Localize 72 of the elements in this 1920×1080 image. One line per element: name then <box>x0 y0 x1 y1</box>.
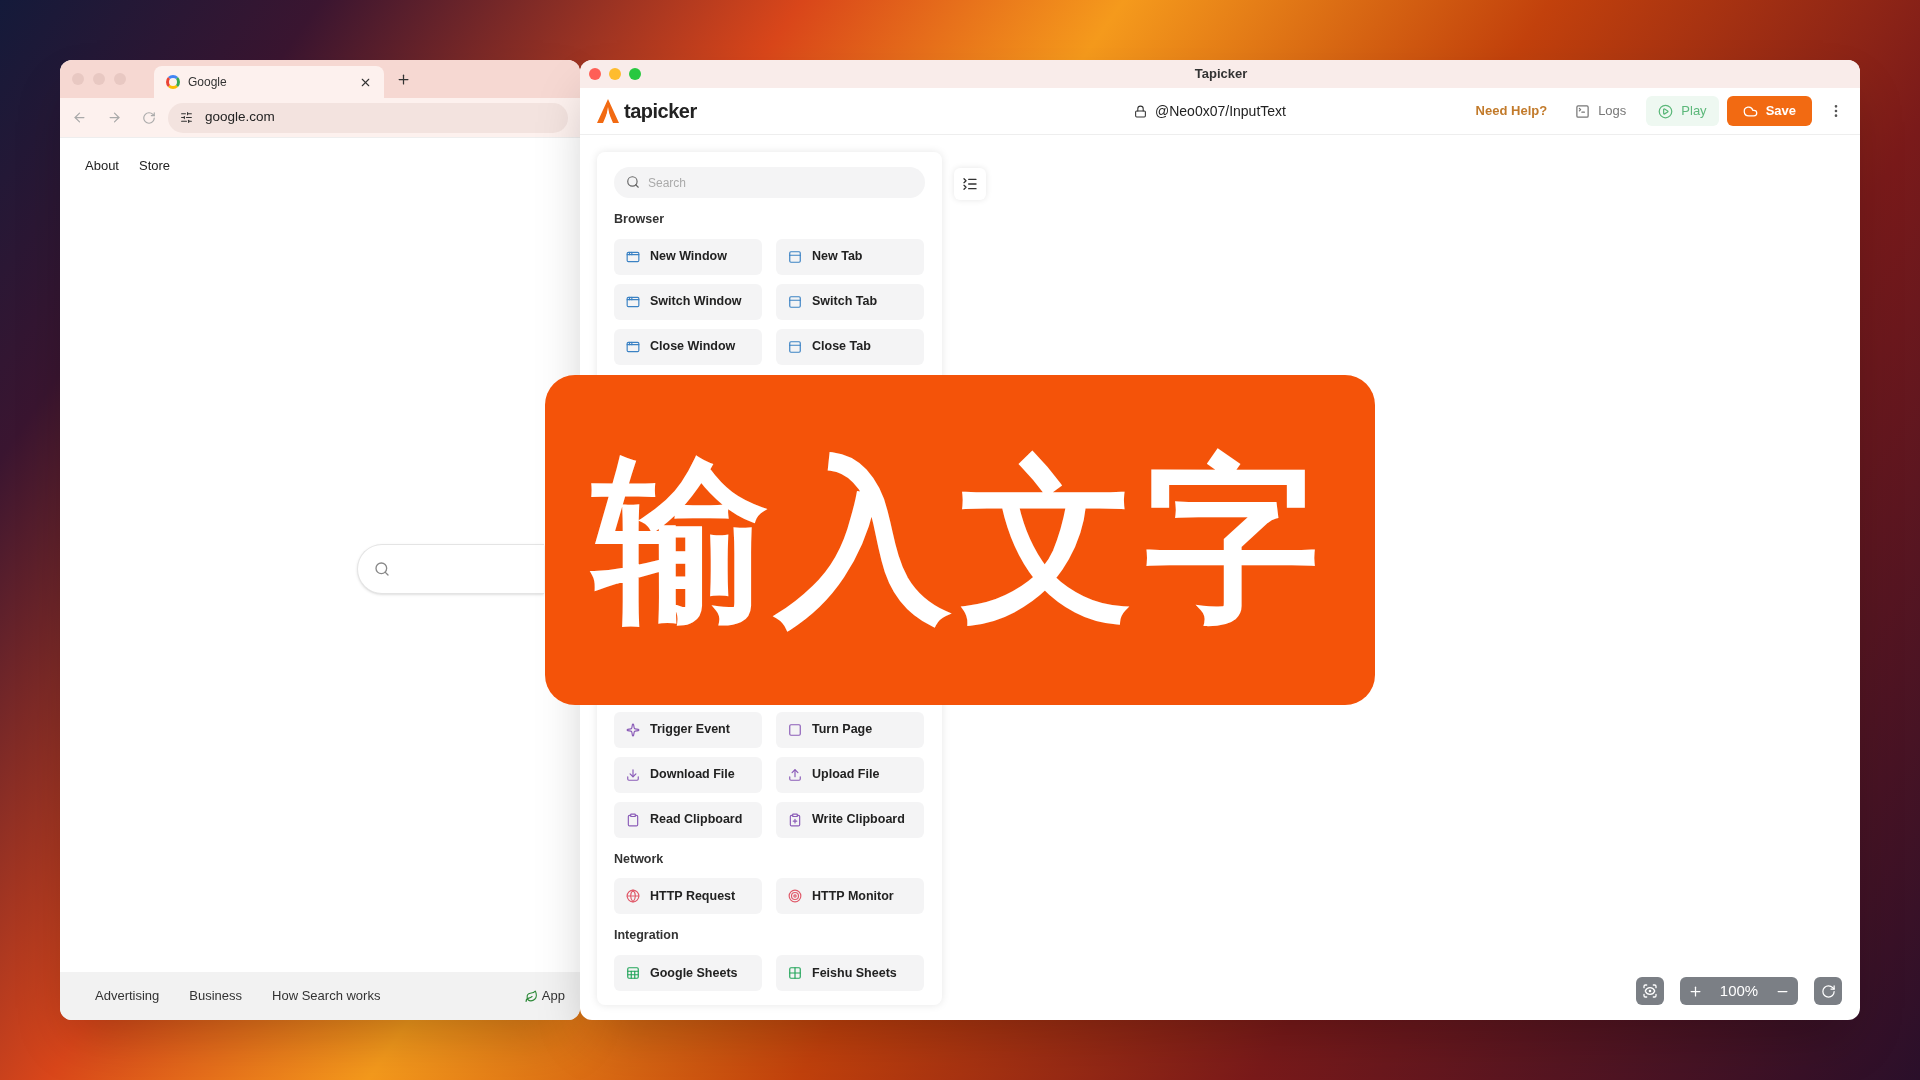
tab-icon <box>788 339 802 354</box>
lock-icon <box>1134 104 1147 118</box>
window-icon <box>626 339 640 354</box>
action-item[interactable]: Upload File <box>776 756 924 793</box>
search-field[interactable]: Search <box>614 167 925 198</box>
action-item[interactable]: Google Sheets <box>614 955 762 991</box>
action-item[interactable]: Switch Window <box>614 283 762 320</box>
fit-view-button[interactable] <box>1636 977 1664 1005</box>
logo-text: tapicker <box>624 99 697 124</box>
collapse-icon <box>962 176 978 192</box>
window-icon <box>626 294 640 309</box>
action-item[interactable]: Close Tab <box>776 328 924 365</box>
back-icon[interactable] <box>72 110 87 125</box>
zoom-in-icon[interactable] <box>1688 983 1703 999</box>
action-item[interactable]: Download File <box>614 756 762 793</box>
page-icon <box>788 722 802 737</box>
footer-link[interactable]: Advertising <box>95 986 160 1006</box>
reset-button[interactable] <box>1814 977 1842 1005</box>
action-item[interactable]: Feishu Sheets <box>776 955 924 991</box>
search-icon <box>374 560 390 577</box>
download-icon <box>626 767 640 782</box>
sheet-icon <box>626 966 640 980</box>
clipboard-plus-icon <box>788 812 802 827</box>
terminal-icon <box>1575 103 1591 119</box>
search-icon <box>626 175 640 189</box>
action-item[interactable]: Read Clipboard <box>614 801 762 838</box>
zoom-level: 100% <box>1719 980 1759 1001</box>
section-title: Browser <box>614 211 666 228</box>
footer-link[interactable]: App <box>541 986 565 1006</box>
action-item[interactable]: HTTP Monitor <box>776 878 924 915</box>
action-item[interactable]: Turn Page <box>776 711 924 748</box>
globe-icon <box>626 889 640 904</box>
window-title: Tapicker <box>1193 65 1249 84</box>
footer-link[interactable]: Business <box>189 986 243 1006</box>
action-item[interactable]: Write Clipboard <box>776 801 924 838</box>
target-icon <box>788 889 802 904</box>
window-icon <box>626 249 640 264</box>
new-tab-icon[interactable] <box>396 71 411 87</box>
clipboard-icon <box>626 812 640 827</box>
section-title: Integration <box>614 927 680 945</box>
action-item[interactable]: New Tab <box>776 238 924 275</box>
reload-icon[interactable] <box>142 110 156 125</box>
tab-icon <box>788 294 802 309</box>
nav-link[interactable]: Store <box>139 156 171 176</box>
cloud-icon <box>1742 103 1758 119</box>
play-icon <box>1658 103 1674 119</box>
focus-icon <box>1642 983 1658 999</box>
forward-icon[interactable] <box>107 110 122 125</box>
tab-title: Google <box>188 74 228 91</box>
grid-icon <box>788 966 802 980</box>
collapse-button[interactable] <box>954 168 986 200</box>
action-item[interactable]: Close Window <box>614 328 762 365</box>
upload-icon <box>788 767 802 782</box>
leaf-icon <box>524 989 538 1003</box>
action-item[interactable]: Trigger Event <box>614 711 762 748</box>
browser-tab[interactable]: Google <box>154 66 384 98</box>
logs-button[interactable]: Logs <box>1563 96 1639 126</box>
google-logo-icon <box>166 75 180 89</box>
site-settings-icon <box>180 111 193 124</box>
action-item[interactable]: HTTP Request <box>614 878 762 915</box>
project-path: @Neo0x07/InputText <box>1155 101 1286 121</box>
reset-icon <box>1820 983 1836 999</box>
search-field[interactable] <box>357 543 544 594</box>
action-item[interactable]: Switch Tab <box>776 283 924 320</box>
action-item[interactable]: New Window <box>614 238 762 275</box>
nav-link[interactable]: About <box>85 156 119 176</box>
sparkle-icon <box>626 722 640 737</box>
footer-link[interactable]: How Search works <box>272 986 381 1006</box>
address-bar[interactable]: google.com <box>168 102 568 133</box>
section-title: Network <box>614 850 665 868</box>
logo-icon <box>596 98 620 124</box>
tab-icon <box>788 249 802 264</box>
